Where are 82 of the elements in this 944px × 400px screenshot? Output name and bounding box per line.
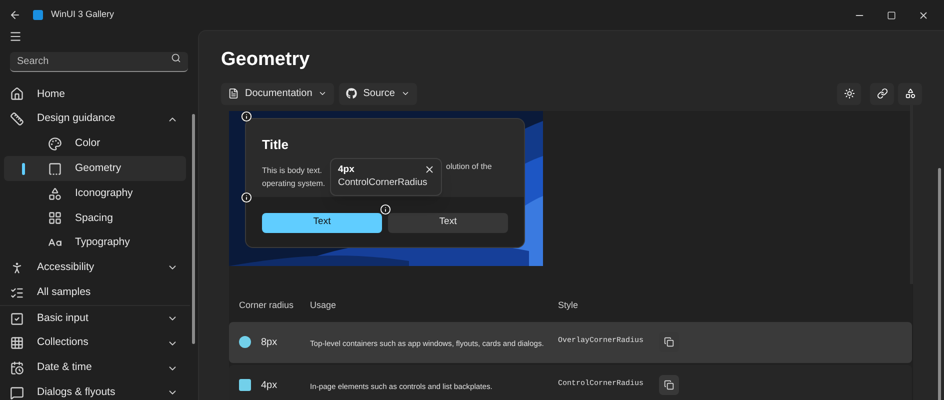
search-field[interactable]: Search: [10, 52, 188, 72]
column-header: Corner radius: [238, 298, 295, 312]
radius-swatch: [239, 336, 251, 348]
column-header: Usage: [310, 298, 338, 312]
search-icon[interactable]: [171, 53, 181, 63]
sun-icon: [844, 88, 854, 99]
link-icon: [876, 88, 888, 99]
dialog-button[interactable]: Text: [262, 212, 382, 232]
scrollbar[interactable]: [938, 168, 941, 400]
nav-item[interactable]: Collections: [4, 330, 186, 356]
share-button[interactable]: [898, 82, 922, 104]
nav-label: Iconography: [75, 186, 133, 201]
nav-item[interactable]: Iconography: [4, 181, 186, 206]
nav-label: Dialogs & flyouts: [37, 385, 116, 400]
link-button[interactable]: [870, 82, 894, 104]
person-icon: [10, 260, 24, 275]
chevron-down-icon: [400, 89, 410, 98]
home-icon: [10, 87, 24, 102]
nav-item[interactable]: Typography: [4, 230, 186, 256]
nav-label: Home: [37, 86, 66, 102]
back-icon[interactable]: [9, 9, 21, 21]
dialog-button[interactable]: Text: [388, 212, 508, 232]
selection-indicator: [22, 163, 25, 176]
nav-item[interactable]: Dialogs & flyouts: [4, 380, 186, 400]
menu-icon[interactable]: [9, 30, 22, 43]
calendar-icon: [10, 361, 24, 376]
nav-label: Design guidance: [37, 111, 116, 126]
nav-label: Date & time: [37, 360, 92, 376]
radius-value: 8px: [261, 336, 278, 350]
body-text: operating system.: [262, 178, 326, 190]
page-title: Geometry: [221, 48, 310, 72]
document-icon: [228, 88, 239, 99]
nav-item[interactable]: Accessibility: [4, 256, 186, 280]
radius-swatch: [239, 379, 251, 391]
copy-icon: [664, 337, 674, 347]
nav-label: Typography: [75, 235, 130, 250]
nav-label: Basic input: [37, 310, 88, 326]
grid-icon: [48, 211, 62, 226]
chevron-down-icon: [318, 89, 328, 98]
theme-button[interactable]: [837, 82, 861, 104]
nav-label: Color: [75, 136, 100, 152]
copy-button[interactable]: [659, 375, 679, 395]
scrollbar[interactable]: [192, 114, 195, 344]
github-icon: [346, 88, 358, 99]
nav-item[interactable]: Design guidance: [4, 106, 186, 132]
nav-label: Collections: [37, 335, 88, 350]
grid-icon: [10, 336, 24, 350]
nav-label: Accessibility: [37, 260, 94, 276]
close-icon[interactable]: [918, 10, 929, 20]
nav-label: All samples: [37, 284, 91, 300]
window-title: WinUI 3 Gallery: [51, 8, 114, 22]
nav-item[interactable]: Date & time: [4, 356, 186, 381]
dialog-title: Title: [262, 136, 290, 154]
dropdown-button[interactable]: Source: [339, 82, 417, 104]
column-header: Style: [558, 298, 580, 312]
square-icon: [48, 162, 62, 176]
nav-label: Geometry: [75, 160, 122, 176]
info-icon[interactable]: [241, 110, 252, 122]
nav-item[interactable]: Color: [4, 132, 186, 156]
shapes-icon: [48, 186, 62, 201]
nav-item[interactable]: All samples: [4, 280, 186, 306]
tip-text: ControlCornerRadius: [338, 176, 428, 188]
app-logo-icon: [33, 10, 43, 20]
checkbox-icon: [10, 312, 24, 326]
tip-value: 4px: [338, 162, 354, 176]
copy-icon: [664, 380, 674, 390]
body-text: This is body text.: [262, 165, 322, 177]
dropdown-button[interactable]: Documentation: [221, 82, 334, 104]
nav-item[interactable]: Spacing: [4, 206, 186, 231]
palette-icon: [48, 136, 62, 151]
shapes-icon: [904, 88, 916, 99]
ruler-icon: [10, 112, 24, 126]
maximize-icon[interactable]: [887, 10, 896, 20]
nav-item[interactable]: Home: [4, 82, 186, 107]
nav-label: Spacing: [75, 210, 113, 226]
close-icon[interactable]: [424, 164, 435, 174]
radius-value: 4px: [261, 378, 278, 392]
list-icon: [10, 286, 24, 300]
body-text: olution of the: [446, 160, 492, 172]
nav-item[interactable]: Geometry: [4, 156, 186, 182]
nav-item[interactable]: Basic input: [4, 306, 186, 331]
message-icon: [10, 386, 24, 400]
